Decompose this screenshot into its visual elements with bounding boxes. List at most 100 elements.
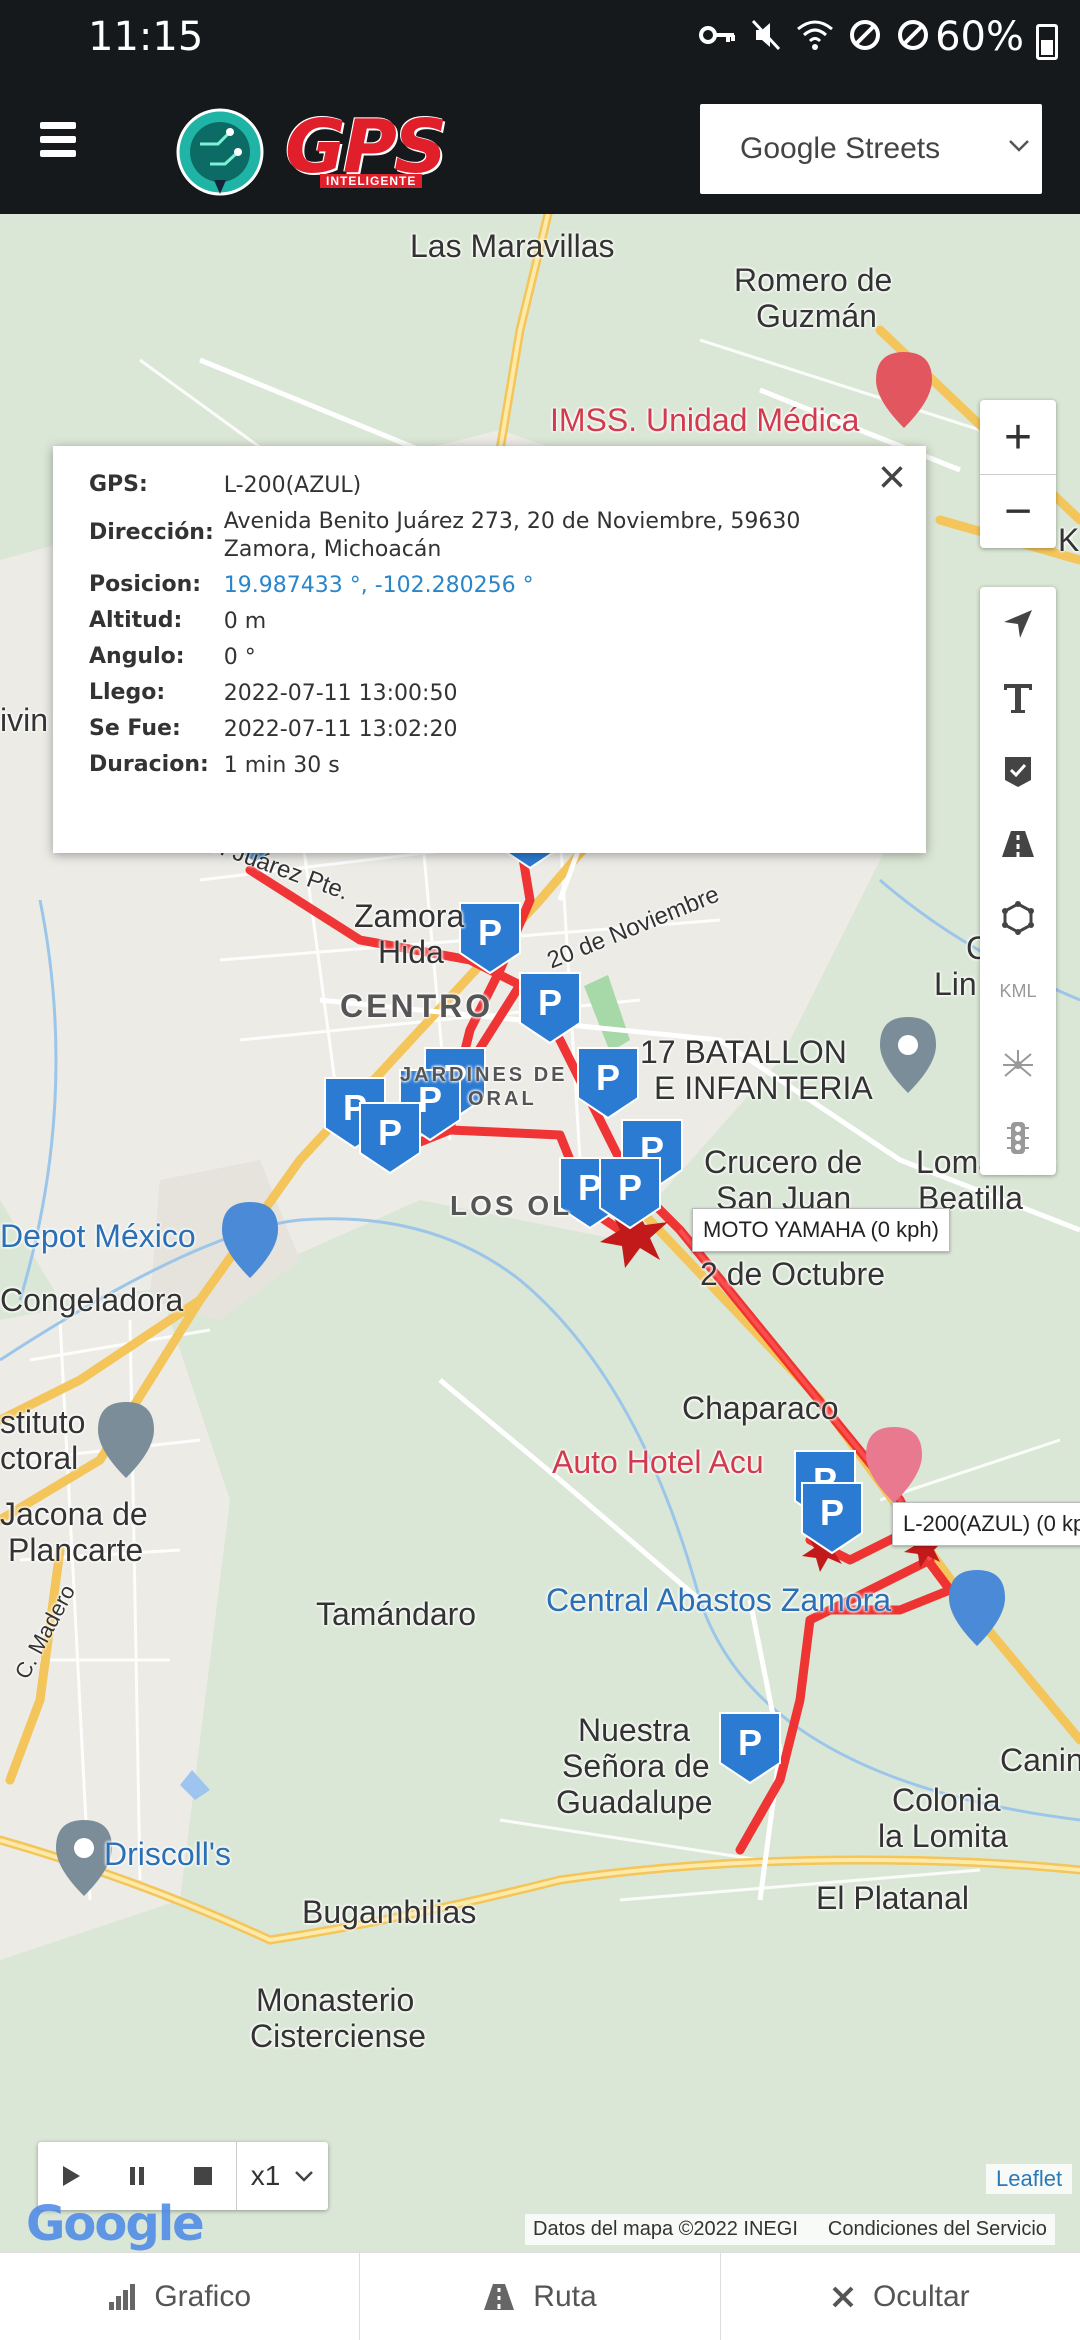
- grafico-label: Grafico: [154, 2279, 252, 2313]
- status-icons: [698, 18, 930, 52]
- map-label: Nuestra: [578, 1712, 691, 1748]
- close-icon: [832, 2286, 854, 2307]
- geofence-button[interactable]: [980, 734, 1056, 808]
- map-label: Lin: [934, 966, 977, 1002]
- map-label: ivin: [0, 702, 49, 738]
- map-label: Las Maravillas: [410, 228, 615, 264]
- close-icon[interactable]: ×: [878, 454, 906, 502]
- map-label: Monasterio: [256, 1982, 415, 2018]
- google-logo: Google: [26, 2196, 205, 2252]
- map-tools: KML: [980, 587, 1056, 1175]
- battery-percent: 60%: [935, 14, 1024, 60]
- map-attribution: Datos del mapa ©2022 INEGI Condiciones d…: [525, 2214, 1055, 2245]
- info-row: Se Fue: 2022-07-11 13:02:20: [89, 712, 890, 748]
- gps-info-table: GPS: L-200(AZUL) Dirección: Avenida Benito…: [89, 468, 890, 784]
- map-label: Hida: [378, 934, 444, 970]
- info-value: L-200(AZUL): [223, 473, 362, 498]
- map-label: ORAL: [468, 1088, 537, 1110]
- map-label: Colonia: [892, 1782, 1001, 1818]
- info-key: Angulo:: [89, 644, 185, 669]
- map-label: CENTRO: [340, 988, 494, 1024]
- map-label: E INFANTERIA: [654, 1070, 873, 1106]
- play-icon: [63, 2166, 80, 2186]
- map-label: Auto Hotel Acu: [552, 1444, 764, 1480]
- map-label: Guadalupe: [556, 1784, 713, 1820]
- kml-button[interactable]: KML: [980, 955, 1056, 1029]
- info-key: Llego:: [89, 680, 166, 705]
- map-label: El Platanal: [816, 1880, 969, 1916]
- polygon-tool-button[interactable]: [980, 881, 1056, 955]
- info-value: 2022-07-11 13:02:20: [223, 717, 458, 742]
- info-row: Llego: 2022-07-11 13:00:50: [89, 676, 890, 712]
- logo: GPS INTELIGENTE: [170, 104, 505, 199]
- blocked-icon: [850, 20, 880, 50]
- blocked-icon-2: [898, 20, 928, 50]
- shield-check-icon: [1005, 756, 1031, 787]
- map-label: Chaparaco: [682, 1390, 839, 1426]
- network-icon: [1003, 1049, 1033, 1077]
- map-label: IMSS. Unidad Médica: [550, 402, 860, 438]
- battery-icon: [1036, 24, 1058, 60]
- logo-globe-icon: [176, 108, 264, 196]
- wifi-icon: [797, 20, 833, 50]
- map-label: Bugambilias: [302, 1894, 477, 1930]
- stop-icon: [194, 2167, 212, 2185]
- info-row: Posicion: 19.987433 °, -102.280256 °: [89, 568, 890, 604]
- map-label: JARDINES DE: [400, 1064, 568, 1086]
- key-icon: [699, 26, 735, 44]
- info-key: GPS:: [89, 472, 148, 497]
- info-value: 2022-07-11 13:00:50: [223, 681, 458, 706]
- zoom-control: + −: [980, 400, 1056, 548]
- chevron-down-icon: [1009, 140, 1029, 152]
- grafico-button[interactable]: Grafico: [0, 2253, 361, 2340]
- map-label: Cisterciense: [250, 2018, 427, 2054]
- map-label: Tamándaro: [316, 1596, 477, 1632]
- status-bar: 11:15 60%: [0, 0, 1080, 84]
- info-value: 0 °: [223, 645, 256, 670]
- speed-value: x1: [250, 2160, 281, 2191]
- map-label: Plancarte: [8, 1532, 144, 1568]
- map-label: LOS OL: [450, 1190, 573, 1221]
- zoom-in-button[interactable]: +: [980, 400, 1056, 474]
- chevron-down-icon: [295, 2171, 314, 2182]
- map-label: Crucero de: [704, 1144, 863, 1180]
- ruta-button[interactable]: Ruta: [360, 2253, 721, 2340]
- road-icon: [1002, 831, 1034, 858]
- vehicle-label-moto[interactable]: MOTO YAMAHA (0 kph): [692, 1208, 950, 1252]
- text-icon: [1004, 684, 1032, 714]
- info-row: Angulo: 0 °: [89, 640, 890, 676]
- info-key: Altitud:: [89, 608, 183, 633]
- speed-select[interactable]: x1: [236, 2142, 328, 2210]
- info-key: Dirección:: [89, 520, 214, 545]
- vehicle-label-l200[interactable]: L-200(AZUL) (0 kph): [892, 1502, 1080, 1546]
- ruta-label: Ruta: [533, 2279, 597, 2313]
- map-data-text: Datos del mapa ©2022 INEGI: [533, 2218, 798, 2240]
- navigation-arrow-icon: [1004, 609, 1032, 638]
- map-type-select[interactable]: Google Streets: [700, 104, 1042, 194]
- map-label: Guzmán: [756, 298, 877, 334]
- map-type-value: Google Streets: [740, 132, 941, 165]
- ocultar-button[interactable]: Ocultar: [721, 2253, 1080, 2340]
- map-label: Driscoll's: [104, 1836, 231, 1872]
- map-label: Central Abastos Zamora: [546, 1582, 892, 1618]
- locate-button[interactable]: [980, 587, 1056, 661]
- pause-icon: [130, 2167, 144, 2185]
- info-value: Avenida Benito Juárez 273, 20 de Noviemb…: [223, 509, 801, 562]
- terms-link[interactable]: Condiciones del Servicio: [828, 2218, 1047, 2241]
- text-tool-button[interactable]: [980, 661, 1056, 735]
- route-tool-button[interactable]: [980, 808, 1056, 882]
- zoom-out-button[interactable]: −: [980, 474, 1056, 548]
- map-label: la Lomita: [878, 1818, 1008, 1854]
- traffic-tool-button[interactable]: [980, 1102, 1056, 1176]
- cluster-tool-button[interactable]: [980, 1028, 1056, 1102]
- map-label: K: [1058, 522, 1080, 558]
- map-label: Depot México: [0, 1218, 196, 1254]
- info-value: 0 m: [223, 609, 267, 634]
- position-link[interactable]: 19.987433 °, -102.280256 °: [224, 568, 890, 604]
- gps-info-popup: × GPS: L-200(AZUL) Dirección: Avenida Beni…: [53, 446, 926, 853]
- status-time: 11:15: [88, 14, 204, 60]
- map-label: Congeladora: [0, 1282, 184, 1318]
- leaflet-link[interactable]: Leaflet: [986, 2164, 1073, 2194]
- ocultar-label: Ocultar: [872, 2279, 970, 2313]
- menu-icon[interactable]: [40, 122, 76, 158]
